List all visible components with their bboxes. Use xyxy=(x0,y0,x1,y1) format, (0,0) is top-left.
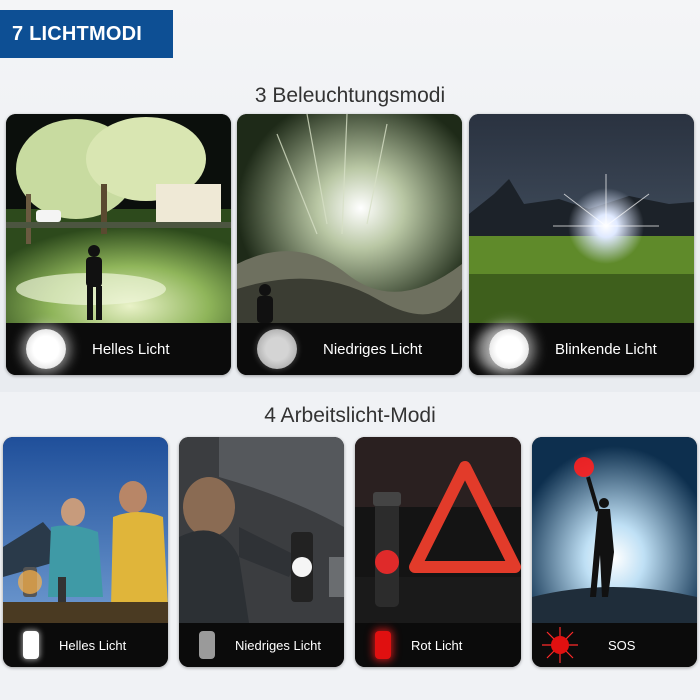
blinking-lamp-icon xyxy=(489,329,529,369)
mode-card-bar: SOS xyxy=(532,623,697,667)
meadow-mountain-photo xyxy=(469,114,694,323)
bright-bar-icon xyxy=(23,631,39,659)
mode-count-banner: 7 LICHTMODI xyxy=(0,10,173,58)
mode-card-bar: Rot Licht xyxy=(355,623,521,667)
bright-lamp-icon xyxy=(26,329,66,369)
mode-card-dim: Niedriges Licht xyxy=(237,114,462,375)
mode-card-bar: Helles Licht xyxy=(6,323,231,375)
mode-card-bar: Niedriges Licht xyxy=(237,323,462,375)
mode-card-bar: Niedriges Licht xyxy=(179,623,344,667)
work-card-sos: SOS xyxy=(532,437,697,667)
mode-label: Niedriges Licht xyxy=(235,637,321,653)
forest-hiker-photo xyxy=(237,114,462,323)
dim-bar-icon xyxy=(199,631,215,659)
camping-couple-photo xyxy=(3,437,168,623)
dim-lamp-icon xyxy=(257,329,297,369)
car-repair-photo xyxy=(179,437,344,623)
lighting-modes-heading: 3 Beleuchtungsmodi xyxy=(254,84,446,107)
mode-card-bar: Helles Licht xyxy=(3,623,168,667)
work-modes-heading: 4 Arbeitslicht-Modi xyxy=(264,404,436,427)
mode-label: Rot Licht xyxy=(411,637,463,653)
mode-label: Helles Licht xyxy=(92,340,170,358)
tunnel-sos-photo xyxy=(532,437,697,623)
night-park-photo xyxy=(6,114,231,323)
work-card-red: Rot Licht xyxy=(355,437,521,667)
mode-label: Blinkende Licht xyxy=(555,340,657,358)
mode-label: Niedriges Licht xyxy=(323,340,423,358)
mode-label: SOS xyxy=(608,637,636,653)
mode-card-bar: Blinkende Licht xyxy=(469,323,694,375)
mode-card-blink: Blinkende Licht xyxy=(469,114,694,375)
mode-label: Helles Licht xyxy=(59,637,127,653)
warning-triangle-photo xyxy=(355,437,521,623)
red-bar-icon xyxy=(375,631,391,659)
work-card-bright: Helles Licht xyxy=(3,437,168,667)
sos-flash-icon xyxy=(540,625,580,665)
work-card-dim: Niedriges Licht xyxy=(179,437,344,667)
mode-card-bright: Helles Licht xyxy=(6,114,231,375)
